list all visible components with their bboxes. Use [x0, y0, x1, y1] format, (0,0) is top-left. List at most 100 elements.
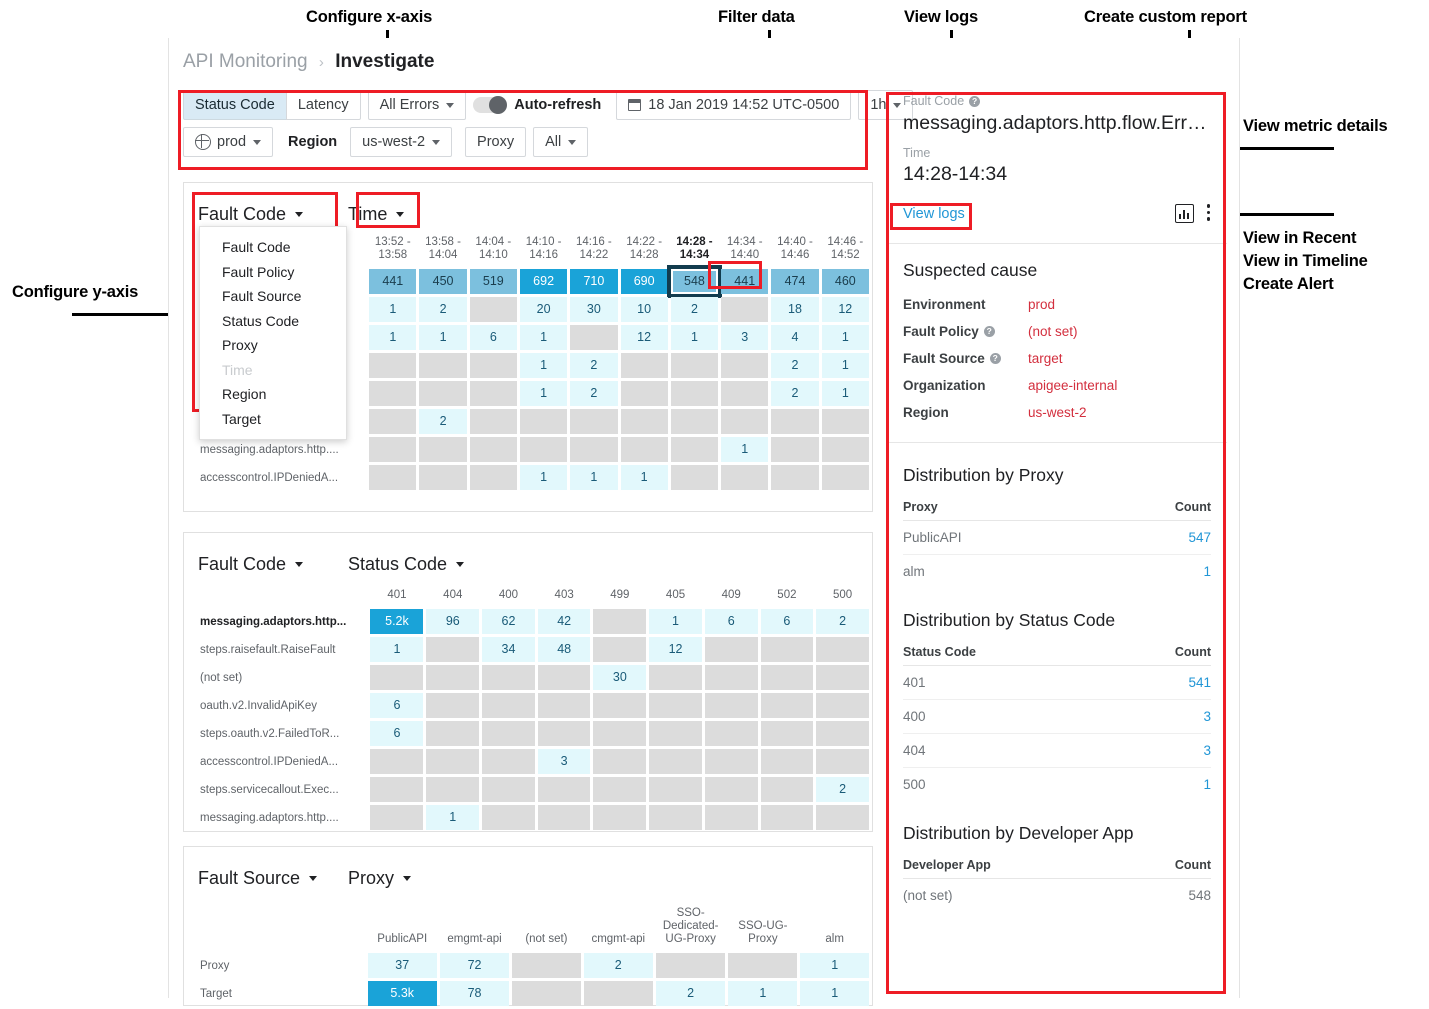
- heatmap-cell[interactable]: [760, 637, 814, 662]
- heatmap-cell[interactable]: [816, 665, 869, 690]
- heatmap-cell[interactable]: [583, 981, 653, 1006]
- heatmap-cell[interactable]: 6: [704, 609, 758, 634]
- heatmap-cell[interactable]: [419, 381, 467, 406]
- heatmap-col-header[interactable]: 502: [761, 584, 814, 606]
- heatmap-cell[interactable]: 1: [426, 805, 480, 830]
- heatmap-cell[interactable]: [426, 665, 480, 690]
- heatmap-cell[interactable]: 34: [482, 637, 535, 662]
- heatmap-cell[interactable]: [593, 777, 647, 802]
- heatmap-row-label[interactable]: oauth.v2.InvalidApiKey: [199, 693, 367, 718]
- heatmap-cell[interactable]: [370, 805, 424, 830]
- dist-row-count[interactable]: 3: [1109, 699, 1211, 734]
- heatmap-col-header[interactable]: 14:40 -14:46: [771, 230, 818, 266]
- heatmap-cell[interactable]: [419, 353, 467, 378]
- heatmap-cell[interactable]: [537, 721, 591, 746]
- heatmap-cell[interactable]: [620, 381, 668, 406]
- heatmap-cell[interactable]: [537, 805, 591, 830]
- heatmap-cell[interactable]: [816, 749, 869, 774]
- heatmap-cell-selected[interactable]: 548: [670, 269, 719, 294]
- x-axis-dropdown-1[interactable]: Time: [348, 204, 405, 225]
- heatmap-cell[interactable]: 2: [670, 297, 719, 322]
- heatmap-cell[interactable]: 692: [519, 269, 568, 294]
- heatmap-cell[interactable]: [704, 749, 758, 774]
- heatmap-cell[interactable]: 519: [469, 269, 517, 294]
- environment-dropdown[interactable]: prod: [183, 127, 274, 157]
- y-axis-option-fault-policy[interactable]: Fault Policy: [200, 260, 346, 285]
- heatmap-cell[interactable]: [426, 777, 480, 802]
- y-axis-dropdown-1[interactable]: Fault Code: [198, 204, 348, 225]
- heatmap-cell[interactable]: [821, 437, 869, 462]
- heatmap-cell[interactable]: 5.3k: [367, 981, 437, 1006]
- y-axis-option-region[interactable]: Region: [200, 382, 346, 407]
- dist-row-count[interactable]: 541: [1109, 665, 1211, 700]
- heatmap-col-header[interactable]: cmgmt-api: [584, 898, 653, 950]
- heatmap-cell[interactable]: 450: [419, 269, 467, 294]
- all-errors-dropdown[interactable]: All Errors: [367, 90, 467, 120]
- heatmap-cell[interactable]: 1: [519, 381, 568, 406]
- heatmap-col-header[interactable]: 14:04 -14:10: [470, 230, 517, 266]
- heatmap-cell[interactable]: [721, 409, 769, 434]
- heatmap-col-header[interactable]: 14:10 -14:16: [520, 230, 567, 266]
- heatmap-cell[interactable]: 4: [771, 325, 819, 350]
- heatmap-cell[interactable]: [771, 437, 819, 462]
- heatmap-cell[interactable]: 78: [439, 981, 510, 1006]
- y-axis-dropdown-2[interactable]: Fault Code: [198, 554, 348, 575]
- heatmap-cell[interactable]: 6: [469, 325, 517, 350]
- heatmap-col-header[interactable]: 405: [649, 584, 702, 606]
- heatmap-row-label[interactable]: (not set): [199, 665, 367, 690]
- heatmap-cell[interactable]: 1: [670, 325, 719, 350]
- heatmap-cell[interactable]: 1: [800, 953, 869, 978]
- heatmap-cell[interactable]: [728, 953, 798, 978]
- heatmap-cell[interactable]: [593, 749, 647, 774]
- heatmap-col-header[interactable]: 13:52 -13:58: [369, 230, 416, 266]
- heatmap-cell[interactable]: [760, 749, 814, 774]
- heatmap-cell[interactable]: [512, 953, 581, 978]
- help-icon[interactable]: ?: [983, 326, 995, 337]
- view-logs-link[interactable]: View logs: [903, 206, 965, 222]
- heatmap-cell[interactable]: [704, 805, 758, 830]
- heatmap-cell[interactable]: [721, 381, 769, 406]
- heatmap-cell[interactable]: [370, 777, 424, 802]
- heatmap-cell[interactable]: 2: [816, 609, 869, 634]
- heatmap-cell[interactable]: [721, 465, 769, 490]
- heatmap-cell[interactable]: [482, 805, 535, 830]
- heatmap-cell[interactable]: [771, 409, 819, 434]
- heatmap-cell[interactable]: [426, 637, 480, 662]
- heatmap-cell[interactable]: [816, 805, 869, 830]
- x-axis-dropdown-3[interactable]: Proxy: [348, 868, 412, 889]
- heatmap-cell[interactable]: [760, 721, 814, 746]
- heatmap-cell[interactable]: [670, 465, 719, 490]
- y-axis-option-fault-code[interactable]: Fault Code: [200, 235, 346, 260]
- heatmap-cell[interactable]: [620, 353, 668, 378]
- heatmap-cell[interactable]: [570, 325, 618, 350]
- heatmap-cell[interactable]: [369, 381, 417, 406]
- tab-status-code[interactable]: Status Code: [183, 90, 287, 120]
- dist-row-count[interactable]: 547: [1093, 520, 1211, 555]
- heatmap-cell[interactable]: [593, 609, 647, 634]
- heatmap-cell[interactable]: [670, 437, 719, 462]
- heatmap-cell[interactable]: [512, 981, 581, 1006]
- heatmap-cell[interactable]: 2: [419, 409, 467, 434]
- y-axis-dropdown-menu[interactable]: Fault Code Fault Policy Fault Source Status…: [199, 226, 347, 440]
- heatmap-cell[interactable]: [620, 437, 668, 462]
- heatmap-cell[interactable]: [482, 665, 535, 690]
- heatmap-cell[interactable]: [670, 381, 719, 406]
- heatmap-cell[interactable]: 1: [370, 637, 424, 662]
- heatmap-cell[interactable]: [469, 465, 517, 490]
- heatmap-cell[interactable]: 12: [620, 325, 668, 350]
- heatmap-cell[interactable]: 2: [655, 981, 726, 1006]
- heatmap-col-header[interactable]: 14:22 -14:28: [621, 230, 668, 266]
- heatmap-cell[interactable]: [620, 409, 668, 434]
- heatmap-cell[interactable]: 2: [419, 297, 467, 322]
- heatmap-cell[interactable]: [760, 777, 814, 802]
- heatmap-col-header[interactable]: alm: [800, 898, 869, 950]
- heatmap-col-header[interactable]: 403: [538, 584, 591, 606]
- heatmap-cell[interactable]: 1: [369, 297, 417, 322]
- heatmap-cell[interactable]: [469, 297, 517, 322]
- heatmap-cell[interactable]: 1: [728, 981, 798, 1006]
- heatmap-col-header[interactable]: 499: [593, 584, 646, 606]
- dist-row-count[interactable]: 1: [1109, 768, 1211, 802]
- heatmap-row-label[interactable]: messaging.adaptors.http....: [199, 805, 367, 830]
- heatmap-row-label[interactable]: Target: [199, 981, 365, 1006]
- heatmap-cell[interactable]: [593, 693, 647, 718]
